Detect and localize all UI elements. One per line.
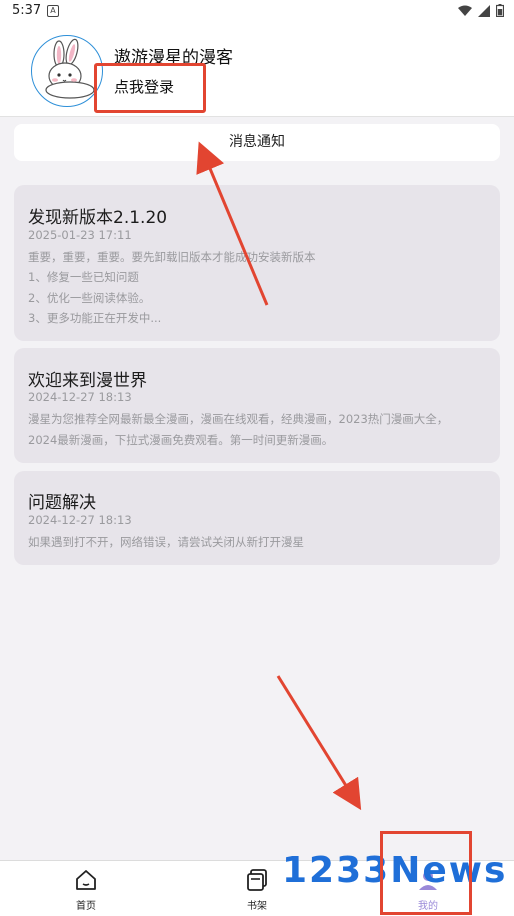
tab-bookshelf-label: 书架 — [247, 901, 267, 912]
announcement-line: 3、更多功能正在开发中... — [28, 311, 162, 325]
profile-header: 遨游漫星的漫客 点我登录 — [0, 24, 514, 117]
battery-icon — [496, 4, 504, 17]
announcement-line: 重要，重要，重要。要先卸载旧版本才能成功安装新版本 — [28, 250, 316, 264]
status-icons — [458, 4, 504, 17]
announcement-title: 欢迎来到漫世界 — [28, 371, 147, 391]
announcement-line: 2024最新漫画，下拉式漫画免费观看。第一时间更新漫画。 — [28, 433, 334, 447]
login-highlight-box — [94, 63, 206, 113]
wifi-icon — [458, 5, 472, 16]
announcement-date: 2024-12-27 18:13 — [28, 513, 132, 527]
tab-home[interactable]: 首页 — [56, 861, 116, 916]
announcement-line: 2、优化一些阅读体验。 — [28, 291, 151, 305]
tab-home-label: 首页 — [76, 901, 96, 912]
home-icon — [76, 870, 96, 890]
announcement-date: 2024-12-27 18:13 — [28, 390, 132, 404]
signal-icon — [478, 4, 490, 17]
announcement-line: 如果遇到打不开，网络错误，请尝试关闭从新打开漫星 — [28, 535, 304, 549]
status-badge: A — [47, 5, 59, 17]
status-time: 5:37 — [12, 3, 42, 18]
announcement-card[interactable]: 发现新版本2.1.20 2025-01-23 17:11 重要，重要，重要。要先… — [14, 185, 500, 341]
announcement-card[interactable]: 问题解决 2024-12-27 18:13 如果遇到打不开，网络错误，请尝试关闭… — [14, 471, 500, 565]
bookshelf-icon — [247, 869, 267, 891]
status-bar: 5:37 A — [0, 0, 514, 24]
announcement-title: 问题解决 — [28, 493, 96, 513]
announcement-line: 漫星为您推荐全网最新最全漫画，漫画在线观看，经典漫画，2023热门漫画大全， — [28, 412, 449, 426]
arrow-to-mine-tab — [276, 675, 362, 811]
announcement-line: 1、修复一些已知问题 — [28, 270, 139, 284]
message-notice-button[interactable]: 消息通知 — [14, 124, 500, 161]
rabbit-avatar-icon[interactable] — [31, 35, 103, 107]
tab-bookshelf[interactable]: 书架 — [227, 861, 287, 916]
announcement-title: 发现新版本2.1.20 — [28, 208, 168, 228]
announcement-card[interactable]: 欢迎来到漫世界 2024-12-27 18:13 漫星为您推荐全网最新最全漫画，… — [14, 348, 500, 463]
announcement-date: 2025-01-23 17:11 — [28, 228, 132, 242]
tab-highlight-box — [380, 831, 472, 915]
